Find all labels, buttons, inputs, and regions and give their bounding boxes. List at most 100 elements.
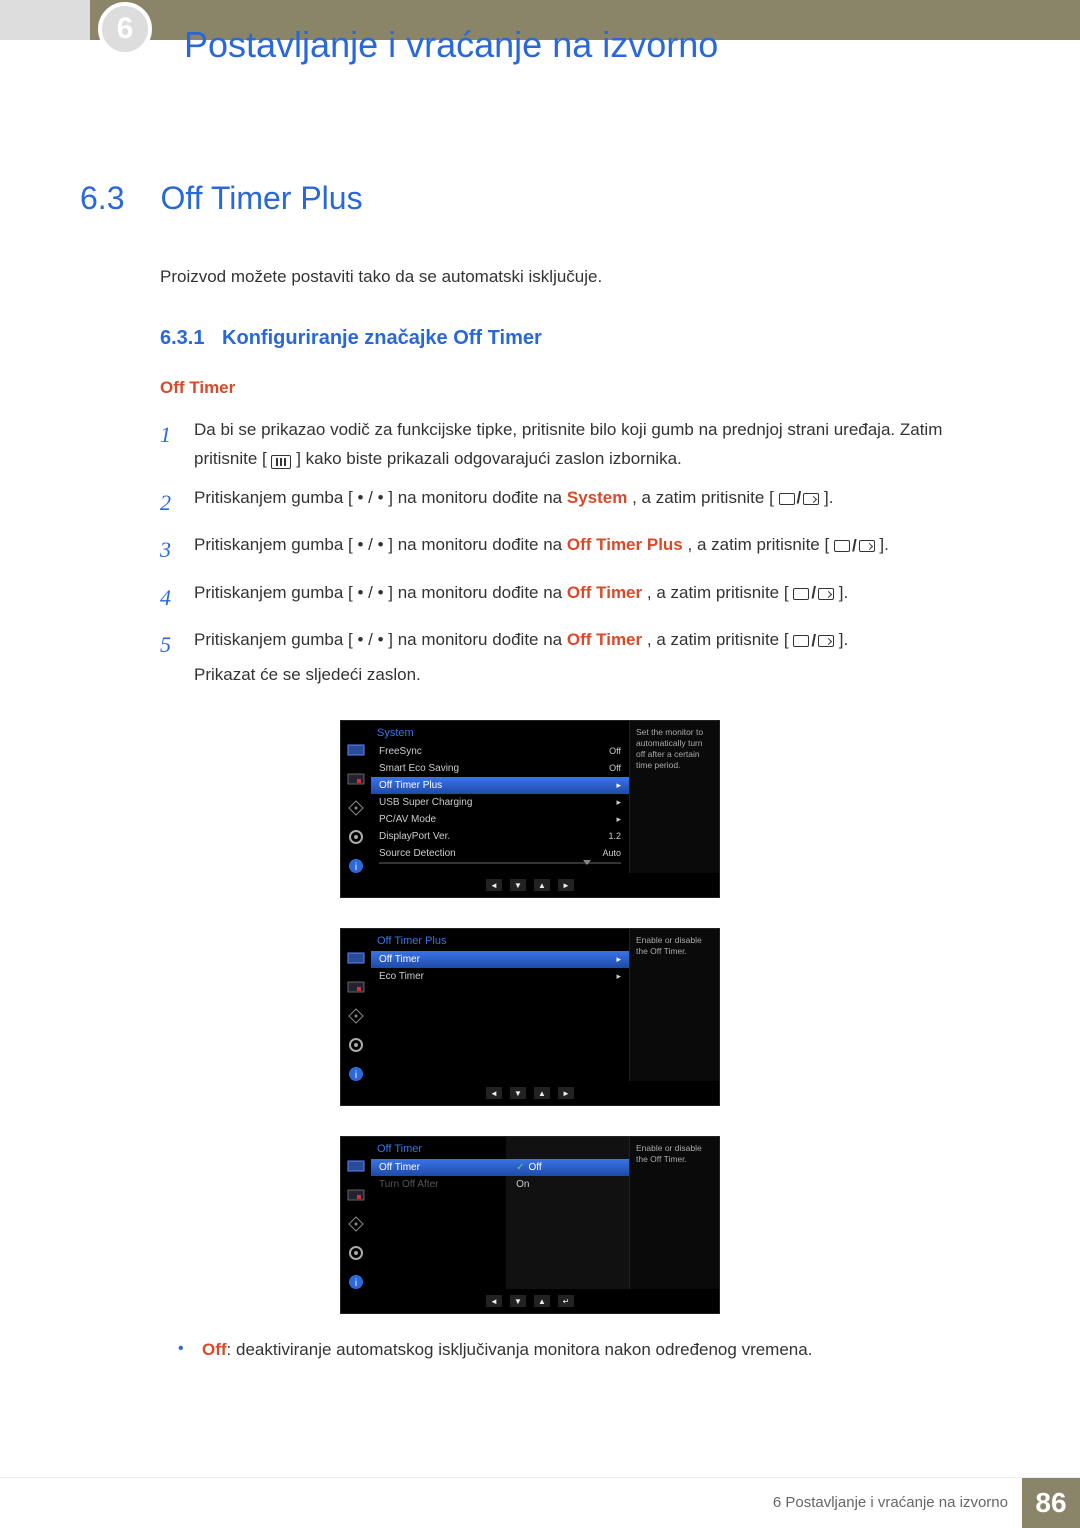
step-text-mid: , a zatim pritisnite [ — [647, 583, 789, 602]
step-4: 4 Pritiskanjem gumba [ • / • ] na monito… — [160, 579, 1000, 616]
picture-tab-icon — [347, 1188, 365, 1202]
osd-help: Enable or disable the Off Timer. — [629, 929, 719, 1081]
step-number: 1 — [160, 416, 194, 474]
step-number: 4 — [160, 579, 194, 616]
osd-item-value: ▸ — [616, 797, 621, 808]
osd-item-label: Off Timer — [379, 1162, 420, 1173]
osd-nav-btn: ▼ — [510, 879, 526, 891]
osd-nav: ◄▼▲↵ — [341, 1289, 719, 1313]
osd-item: FreeSync Off — [371, 743, 629, 760]
osd-nav: ◄▼▲► — [341, 873, 719, 897]
screen-tab-icon — [347, 1217, 365, 1231]
footer-chapter: 6 Postavljanje i vraćanje na izvorno — [773, 1494, 1022, 1511]
osd-item-label: Smart Eco Saving — [379, 763, 459, 774]
osd-item-label: On — [516, 1179, 529, 1190]
subsection-title: Konfiguriranje značajke Off Timer — [222, 327, 542, 349]
step-text-mid: , a zatim pritisnite [ — [688, 535, 830, 554]
check-icon: ✓ — [516, 1162, 524, 1173]
step-text-pre: Pritiskanjem gumba [ • / • ] na monitoru… — [194, 535, 567, 554]
brightness-tab-icon — [347, 743, 365, 757]
osd-item-label: ✓Off — [516, 1162, 542, 1173]
osd-item-label: FreeSync — [379, 746, 422, 757]
osd-nav-btn: ◄ — [486, 879, 502, 891]
brightness-tab-icon — [347, 1159, 365, 1173]
step-trail: Prikazat će se sljedeći zaslon. — [194, 661, 1000, 690]
osd-item-label: PC/AV Mode — [379, 814, 436, 825]
step-1: 1 Da bi se prikazao vodič za funkcijske … — [160, 416, 1000, 474]
osd-nav-btn: ↵ — [558, 1295, 574, 1307]
step-2: 2 Pritiskanjem gumba [ • / • ] na monito… — [160, 484, 1000, 521]
step-5: 5 Pritiskanjem gumba [ • / • ] na monito… — [160, 626, 1000, 690]
bullet-text: : deaktiviranje automatskog isključivanj… — [227, 1340, 813, 1359]
ok-icon: / — [793, 579, 834, 608]
osd-item-value: Auto — [602, 848, 621, 859]
osd-nav-btn: ▲ — [534, 1295, 550, 1307]
osd-nav-btn: ◄ — [486, 1087, 502, 1099]
osd-nav-btn: ▲ — [534, 879, 550, 891]
osd-title: Off Timer Plus — [371, 929, 629, 951]
osd-item-label: DisplayPort Ver. — [379, 831, 450, 842]
osd-item: Smart Eco Saving Off — [371, 760, 629, 777]
osd-nav-btn: ▲ — [534, 1087, 550, 1099]
step-text-post: ]. — [839, 630, 848, 649]
step-text-post: ] kako biste prikazali odgovarajući zasl… — [296, 449, 682, 468]
osd-item-value: ▸ — [616, 814, 621, 825]
osd-item: Off Timer Plus ▸ — [371, 777, 629, 794]
osd-item: DisplayPort Ver. 1.2 — [371, 828, 629, 845]
info-tab-icon: i — [347, 1275, 365, 1289]
picture-tab-icon — [347, 980, 365, 994]
subsection-number: 6.3.1 — [160, 327, 204, 349]
osd-help: Set the monitor to automatically turn of… — [629, 721, 719, 873]
osd-offtimerplus-menu: i Off Timer Plus Off Timer ▸ Eco Timer▸ En… — [340, 928, 720, 1106]
osd-system-menu: i System FreeSyncOffSmart Eco SavingOffO… — [340, 720, 720, 898]
section-title: Off Timer Plus — [160, 180, 362, 216]
settings-tab-icon — [347, 830, 365, 844]
osd-nav-btn: ◄ — [486, 1295, 502, 1307]
osd-item-label: Off Timer Plus — [379, 780, 442, 791]
picture-tab-icon — [347, 772, 365, 786]
osd-item: Off Timer ▸ — [371, 951, 629, 968]
osd-item-value: 1.2 — [608, 831, 621, 842]
osd-item-value: Off — [609, 763, 621, 774]
settings-tab-icon — [347, 1038, 365, 1052]
step-highlight: Off Timer — [567, 583, 642, 602]
osd-nav: ◄▼▲► — [341, 1081, 719, 1105]
step-number: 5 — [160, 626, 194, 690]
osd-nav-btn: ▼ — [510, 1087, 526, 1099]
menu-icon — [271, 455, 291, 469]
step-text-post: ]. — [839, 583, 848, 602]
screen-tab-icon — [347, 1009, 365, 1023]
svg-text:i: i — [355, 1070, 357, 1081]
ok-icon: / — [834, 532, 875, 561]
ok-icon: / — [793, 627, 834, 656]
osd-title: Off Timer — [371, 1137, 506, 1159]
chapter-badge: 6 — [98, 2, 152, 56]
osd-item-value: Off — [609, 746, 621, 757]
subheading: Off Timer — [160, 378, 1000, 398]
step-text-pre: Pritiskanjem gumba [ • / • ] na monitoru… — [194, 583, 567, 602]
step-3: 3 Pritiskanjem gumba [ • / • ] na monito… — [160, 531, 1000, 568]
osd-item-label: Source Detection — [379, 848, 456, 859]
step-highlight: Off Timer Plus — [567, 535, 683, 554]
osd-item-value: ▸ — [616, 780, 621, 791]
footer: 6 Postavljanje i vraćanje na izvorno 86 — [0, 1477, 1080, 1527]
osd-item-value: ▸ — [616, 954, 621, 965]
section-intro: Proizvod možete postaviti tako da se aut… — [160, 267, 1000, 287]
header-corner — [0, 0, 90, 40]
osd-item-label: Off Timer — [379, 954, 420, 965]
svg-text:i: i — [355, 862, 357, 873]
ok-icon: / — [779, 484, 820, 513]
osd-side-icons: i — [341, 929, 371, 1081]
step-text-pre: Pritiskanjem gumba [ • / • ] na monitoru… — [194, 488, 567, 507]
osd-item: USB Super Charging ▸ — [371, 794, 629, 811]
osd-item: Off Timer — [371, 1159, 506, 1176]
osd-item: Eco Timer▸ — [371, 968, 629, 985]
osd-item: ✓Off — [506, 1159, 629, 1176]
chapter-title: Postavljanje i vraćanje na izvorno — [184, 24, 718, 66]
svg-text:i: i — [355, 1278, 357, 1289]
osd-item-label: USB Super Charging — [379, 797, 472, 808]
step-text-mid: , a zatim pritisnite [ — [632, 488, 774, 507]
osd-help: Enable or disable the Off Timer. — [629, 1137, 719, 1289]
bullet-item: • Off: deaktiviranje automatskog isključ… — [178, 1340, 1000, 1360]
osd-side-icons: i — [341, 721, 371, 873]
